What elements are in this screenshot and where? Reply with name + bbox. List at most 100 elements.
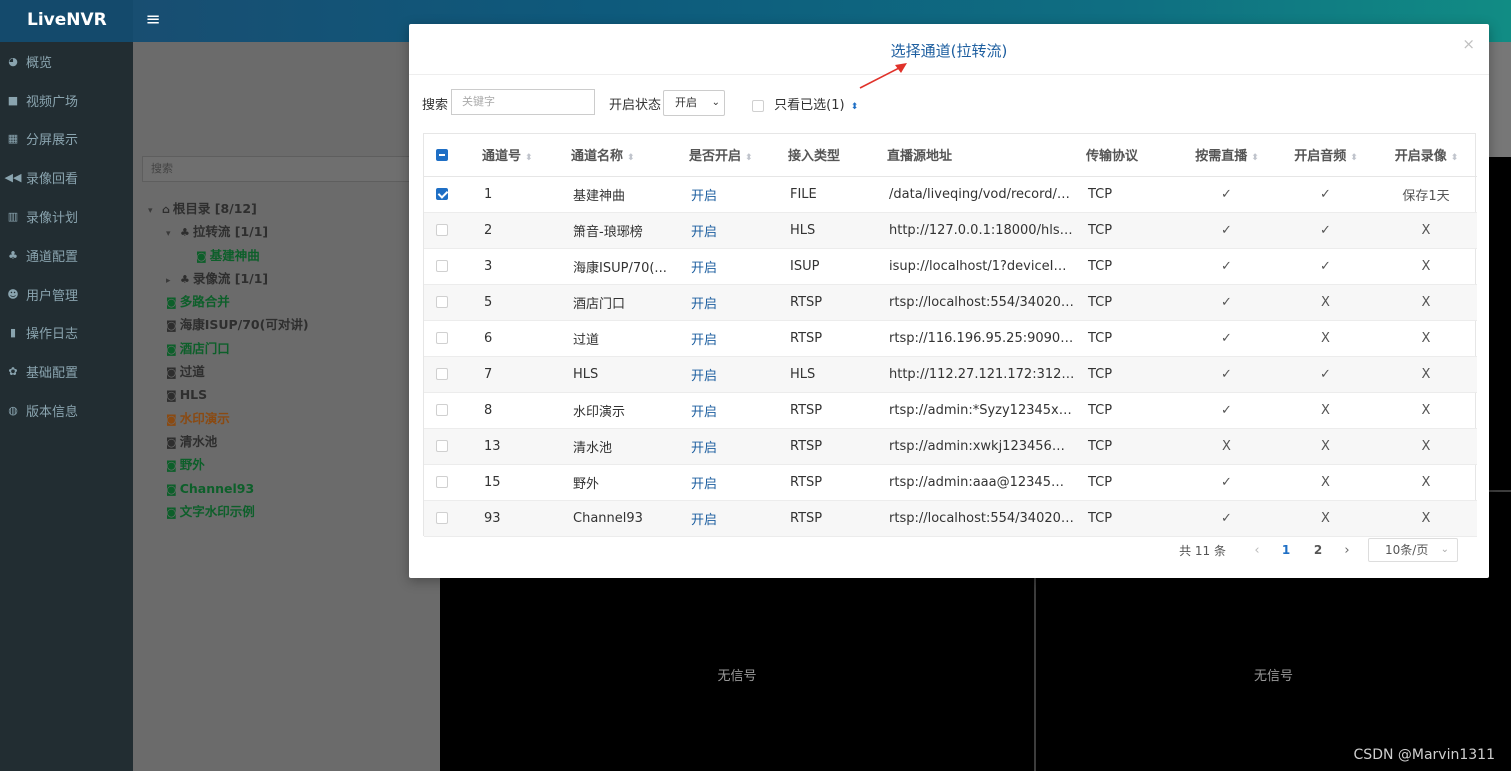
only-selected-checkbox[interactable] <box>752 99 764 112</box>
tree-search-input[interactable]: 搜索 <box>142 156 422 182</box>
sort-icon[interactable]: ⬍ <box>1350 153 1357 163</box>
row-checkbox[interactable] <box>436 404 448 416</box>
page-size-select[interactable]: 10条/页 ⌄ <box>1368 538 1458 562</box>
cell-enabled[interactable]: 开启 <box>679 176 778 213</box>
channel-tree: ▾ ⌂ 根目录 [8/12] ▾ ♣ 拉转流 [1/1] ◙ 基建神曲 ▸ ♣ 录像流 [1/1] ◙… <box>148 197 433 523</box>
row-checkbox[interactable] <box>436 260 448 272</box>
tree-node[interactable]: ◙ 基建神曲 <box>148 244 433 267</box>
tree-node[interactable]: ◙ 多路合并 <box>148 290 433 313</box>
cell-enabled[interactable]: 开启 <box>679 320 778 357</box>
tree-node[interactable]: ◙ 文字水印示例 <box>148 500 433 523</box>
sort-icon[interactable]: ⬍ <box>627 153 634 163</box>
page-1-button[interactable]: 1 <box>1270 543 1302 557</box>
table-row[interactable]: 8 水印演示 开启 RTSP rtsp://admin:*Syzy12345x@1...… <box>424 392 1477 429</box>
cell-enabled[interactable]: 开启 <box>679 212 778 249</box>
sidebar-item[interactable]: ♣ 通道配置 <box>0 236 133 275</box>
sidebar-item[interactable]: ▮ 操作日志 <box>0 314 133 353</box>
table-row[interactable]: 15 野外 开启 RTSP rtsp://admin:aaa@12345@11... TC… <box>424 464 1477 501</box>
cell-enabled[interactable]: 开启 <box>679 428 778 465</box>
column-header-channel-id[interactable]: 通道号 ⬍ <box>472 134 561 177</box>
row-checkbox[interactable] <box>436 332 448 344</box>
row-checkbox[interactable] <box>436 224 448 236</box>
sidebar-item[interactable]: ■ 视频广场 <box>0 81 133 120</box>
camera-icon: ◙ <box>166 459 177 473</box>
tree-node[interactable]: ▾ ♣ 拉转流 [1/1] <box>148 220 433 243</box>
tree-node-label: 过道 <box>179 364 205 380</box>
prev-page-icon[interactable]: ‹ <box>1244 543 1270 558</box>
cell-source-url: rtsp://localhost:554/34020000... <box>877 500 1076 537</box>
sidebar-item[interactable]: ◍ 版本信息 <box>0 391 133 430</box>
menu-toggle-icon[interactable]: ≡ <box>144 9 162 31</box>
sort-icon[interactable]: ⬍ <box>525 153 532 163</box>
column-header-record[interactable]: 开启录像 ⬍ <box>1375 134 1477 177</box>
column-header-label: 传输协议 <box>1086 149 1139 165</box>
sidebar-item[interactable]: ▥ 录像计划 <box>0 197 133 236</box>
sidebar-item[interactable]: ◕ 概览 <box>0 42 133 81</box>
keyword-search-input[interactable]: 关键字 <box>451 89 595 115</box>
cell-enabled[interactable]: 开启 <box>679 464 778 501</box>
page-2-button[interactable]: 2 <box>1302 543 1334 557</box>
tree-node[interactable]: ◙ HLS <box>148 383 433 406</box>
row-checkbox[interactable] <box>436 440 448 452</box>
row-checkbox[interactable] <box>436 296 448 308</box>
cell-enabled[interactable]: 开启 <box>679 284 778 321</box>
column-header-enabled[interactable]: 是否开启 ⬍ <box>679 134 778 177</box>
sort-icon[interactable]: ⬍ <box>851 102 859 112</box>
row-checkbox[interactable] <box>436 476 448 488</box>
close-icon[interactable]: × <box>1462 35 1475 53</box>
caret-icon[interactable]: ▾ <box>148 200 162 223</box>
sidebar-item-label: 分屏展示 <box>26 133 79 149</box>
table-row[interactable]: 7HLS开启HLShttp://112.27.121.172:3124/liv.… <box>424 356 1477 393</box>
row-checkbox[interactable] <box>436 512 448 524</box>
column-header-channel-name[interactable]: 通道名称 ⬍ <box>561 134 679 177</box>
table-row[interactable]: 93 Channel93 开启 RTSP rtsp://localhost:554/34… <box>424 500 1477 537</box>
table-row[interactable]: 2 箫音-琅琊榜 开启 HLS http://127.0.0.1:18000/hls/t… <box>424 212 1477 249</box>
tree-node-label: Channel93 <box>179 480 255 496</box>
sidebar-item[interactable]: ✿ 基础配置 <box>0 352 133 391</box>
tree-node[interactable]: ▾ ⌂ 根目录 [8/12] <box>148 197 433 220</box>
tree-node[interactable]: ◙ 野外 <box>148 453 433 476</box>
select-all-checkbox[interactable] <box>436 148 448 161</box>
column-header-label: 开启音频 <box>1294 149 1347 165</box>
cell-source-url: rtsp://admin:*Syzy12345x@1... <box>877 392 1076 429</box>
sort-icon[interactable]: ⬍ <box>1451 153 1458 163</box>
row-checkbox[interactable] <box>436 188 448 200</box>
app-logo[interactable]: LiveNVR <box>0 0 133 42</box>
sidebar-item[interactable]: ▦ 分屏展示 <box>0 120 133 159</box>
sidebar-item[interactable]: ◀◀ 录像回看 <box>0 158 133 197</box>
cell-enabled[interactable]: 开启 <box>679 356 778 393</box>
tree-node[interactable]: ◙ 酒店门口 <box>148 337 433 360</box>
row-checkbox[interactable] <box>436 368 448 380</box>
table-row[interactable]: 5酒店门口开启RTSPrtsp://localhost:554/34020000… <box>424 284 1477 321</box>
cell-access-type: RTSP <box>778 284 877 321</box>
sidebar-item[interactable]: ☻ 用户管理 <box>0 275 133 314</box>
status-select[interactable]: 开启 ⌄ <box>663 90 725 116</box>
tree-node[interactable]: ◙ 过道 <box>148 360 433 383</box>
no-signal-text: 无信号 <box>717 669 757 684</box>
tree-node[interactable]: ◙ 水印演示 <box>148 407 433 430</box>
tree-node[interactable]: ◙ 海康ISUP/70(可对讲) <box>148 313 433 336</box>
only-selected-toggle[interactable]: 只看已选(1) ⬍ <box>752 94 858 113</box>
sidebar-item-label: 视频广场 <box>26 94 79 110</box>
next-page-icon[interactable]: › <box>1334 543 1360 558</box>
video-cell-right[interactable]: 无信号 <box>1036 578 1511 771</box>
tree-node[interactable]: ▸ ♣ 录像流 [1/1] <box>148 267 433 290</box>
table-row[interactable]: 6过道开启RTSPrtsp://116.196.95.25:9090/dss..… <box>424 320 1477 357</box>
tree-node[interactable]: ◙ 清水池 <box>148 430 433 453</box>
cell-enabled[interactable]: 开启 <box>679 500 778 537</box>
table-row[interactable]: 3 海康ISUP/70(... 开启 ISUP isup://localhost/1?d… <box>424 248 1477 285</box>
column-header-on-demand[interactable]: 按需直播 ⬍ <box>1177 134 1276 177</box>
sort-icon[interactable]: ⬍ <box>745 153 752 163</box>
filter-bar: 搜索 关键字 开启状态 开启 ⌄ 只看已选(1) ⬍ <box>422 88 1472 116</box>
table-row[interactable]: 1 基建神曲 开启 FILE/data/liveqing/vod/record/Rdh… <box>424 176 1477 213</box>
status-select-value: 开启 <box>675 96 697 109</box>
caret-icon[interactable]: ▾ <box>166 223 180 246</box>
cell-audio: X <box>1276 428 1375 465</box>
sort-icon[interactable]: ⬍ <box>1251 153 1258 163</box>
table-row[interactable]: 13清水池开启RTSPrtsp://admin:xwkj123456@58...… <box>424 428 1477 465</box>
tree-node[interactable]: ◙ Channel93 <box>148 477 433 500</box>
cell-enabled[interactable]: 开启 <box>679 392 778 429</box>
cell-enabled[interactable]: 开启 <box>679 248 778 285</box>
video-cell-left[interactable]: 无信号 <box>440 578 1034 771</box>
column-header-audio[interactable]: 开启音频 ⬍ <box>1276 134 1375 177</box>
